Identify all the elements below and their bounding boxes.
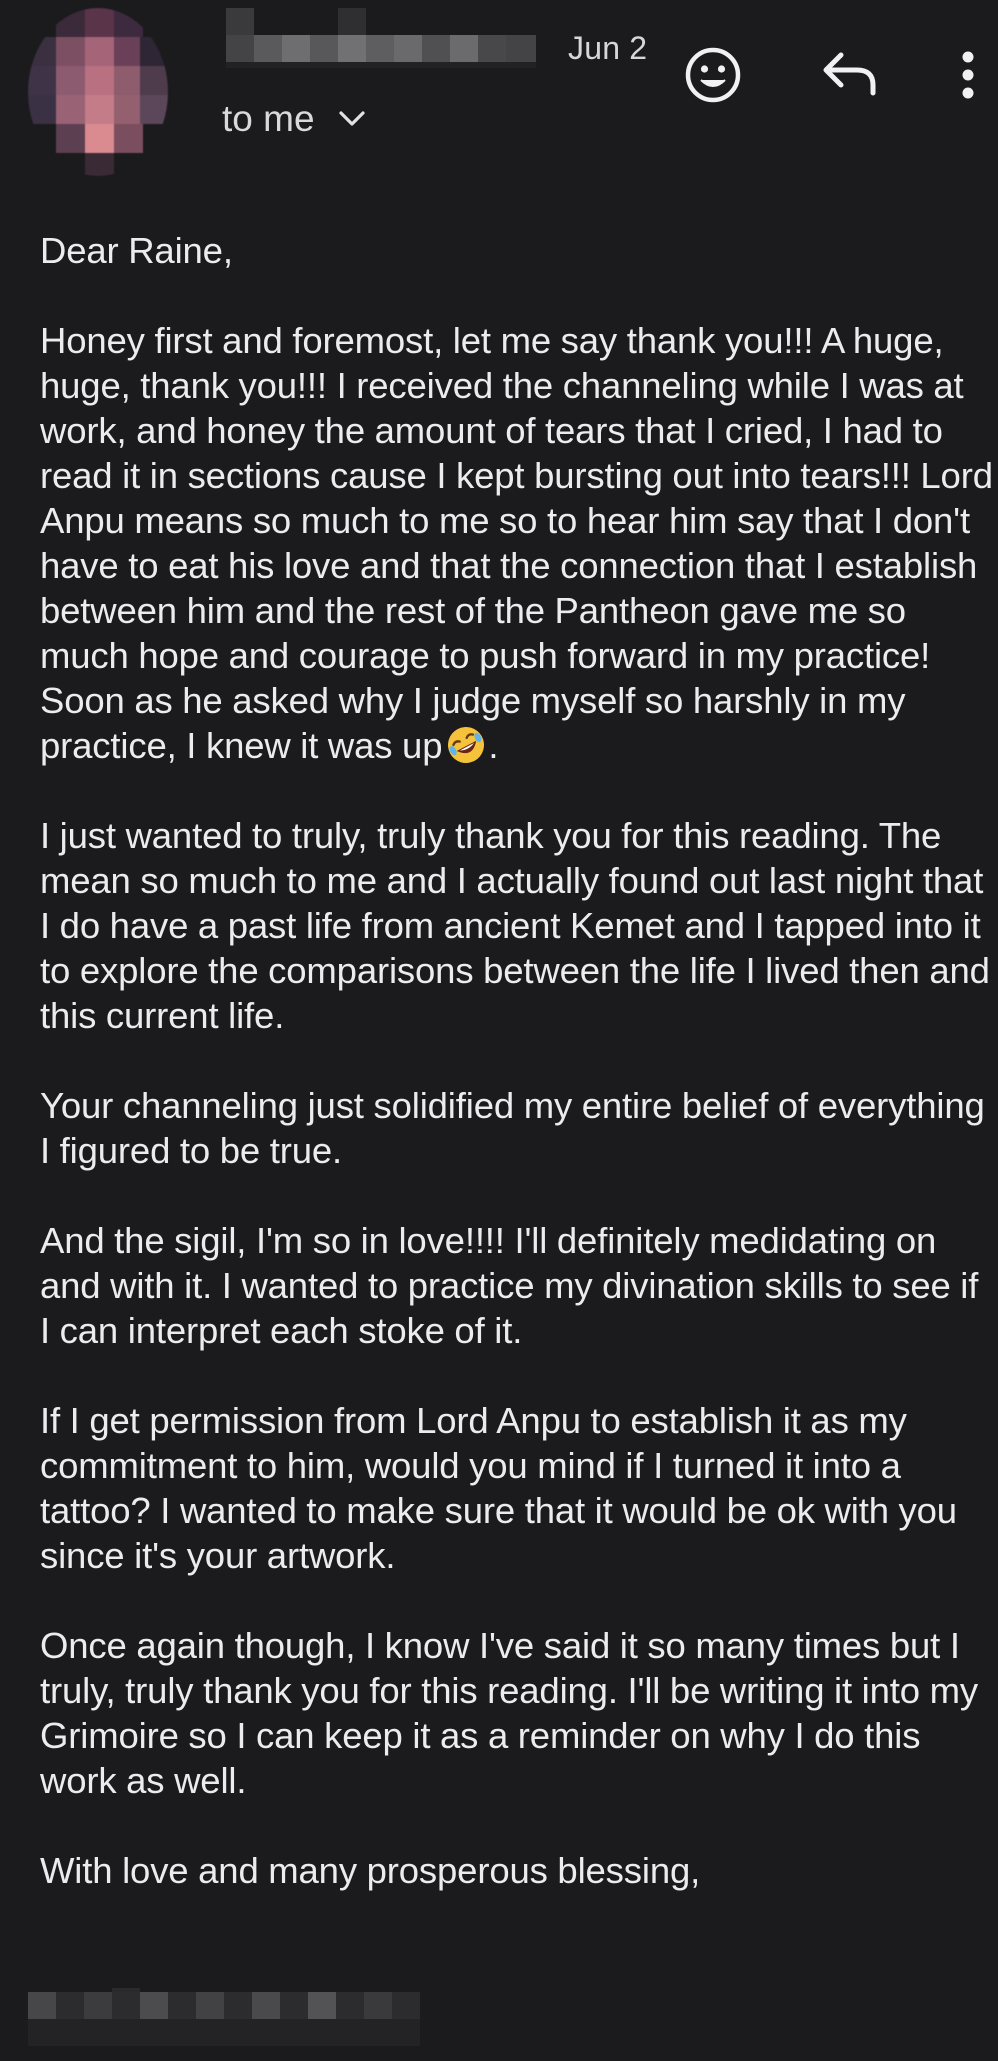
sender-name-redacted xyxy=(226,8,536,68)
body-paragraph-1-text: Honey first and foremost, let me say tha… xyxy=(40,320,993,766)
signature-redacted xyxy=(28,1988,428,2048)
email-body: Dear Raine, Honey first and foremost, le… xyxy=(40,228,995,1938)
reply-button[interactable] xyxy=(818,46,882,102)
chevron-down-icon xyxy=(338,111,365,126)
recipient-toggle[interactable]: to me xyxy=(222,98,367,140)
sender-avatar[interactable] xyxy=(28,8,168,176)
email-header: Jun 2 to me xyxy=(0,0,998,200)
closing-line: With love and many prosperous blessing, xyxy=(40,1850,701,1891)
email-date: Jun 2 xyxy=(568,30,648,66)
greeting: Dear Raine, xyxy=(40,230,233,271)
reply-arrow-icon xyxy=(823,52,876,96)
body-paragraph-1: Honey first and foremost, let me say tha… xyxy=(40,318,995,768)
body-paragraph-2: I just wanted to truly, truly thank you … xyxy=(40,815,990,1036)
body-paragraph-4: And the sigil, I'm so in love!!!! I'll d… xyxy=(40,1220,979,1351)
add-reaction-button[interactable] xyxy=(682,44,744,106)
body-paragraph-1-end: . xyxy=(488,725,499,766)
body-paragraph-6: Once again though, I know I've said it s… xyxy=(40,1625,978,1801)
vertical-dots-icon xyxy=(962,51,974,99)
body-paragraph-3: Your channeling just solidified my entir… xyxy=(40,1085,985,1171)
more-options-button[interactable] xyxy=(948,44,988,106)
rolling-on-floor-laughing-emoji xyxy=(448,727,485,763)
smiley-face-icon xyxy=(685,47,741,103)
body-paragraph-5: If I get permission from Lord Anpu to es… xyxy=(40,1400,957,1576)
recipient-label: to me xyxy=(222,98,315,139)
